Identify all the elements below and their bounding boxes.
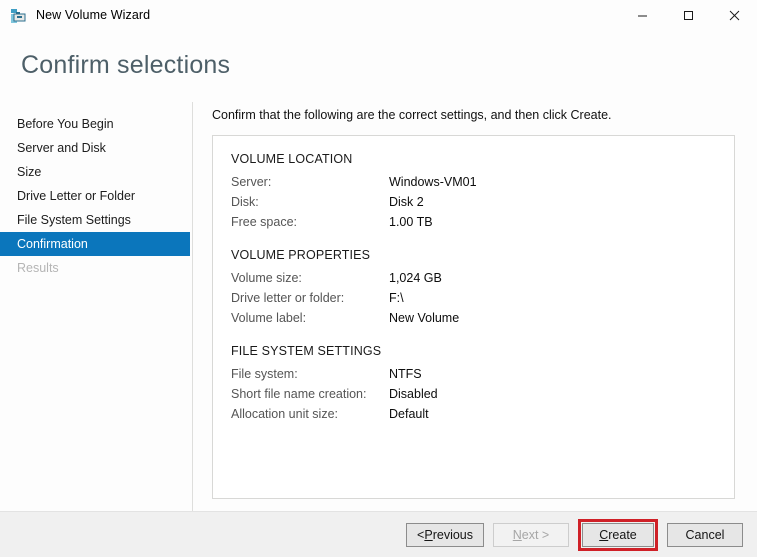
summary-panel: VOLUME LOCATION Server: Windows-VM01 Disk: D… [212, 134, 735, 499]
summary-row-label: Volume size: [231, 270, 302, 285]
summary-row: Volume size: 1,024 GB [231, 268, 716, 288]
summary-row-label: Volume label: [231, 310, 307, 325]
sidebar-item-label: Drive Letter or Folder [17, 188, 136, 203]
summary-row-value: 1.00 TB [389, 214, 433, 229]
sidebar-item-file-system-settings[interactable]: File System Settings [0, 208, 190, 232]
summary-row: Server: Windows-VM01 [231, 172, 716, 192]
summary-section: FILE SYSTEM SETTINGS File system: NTFS Shor… [231, 344, 716, 424]
summary-row: Free space: 1.00 TB [231, 212, 716, 232]
summary-row: File system: NTFS [231, 364, 716, 384]
summary-row-label: Disk: [231, 194, 259, 209]
summary-row: Drive letter or folder: F:\ [231, 288, 716, 308]
section-title: VOLUME LOCATION [231, 151, 353, 166]
section-title: VOLUME PROPERTIES [231, 247, 371, 262]
sidebar-item-results: Results [0, 256, 190, 280]
instruction-text: Confirm that the following are the corre… [212, 107, 612, 122]
sidebar-item-drive-letter-or-folder[interactable]: Drive Letter or Folder [0, 184, 190, 208]
next-button: Next > [493, 522, 569, 547]
summary-row-label: Drive letter or folder: [231, 290, 345, 305]
summary-row-value: Disk 2 [389, 194, 424, 209]
page-title: Confirm selections [21, 51, 231, 79]
sidebar-item-label: Server and Disk [17, 140, 106, 155]
sidebar-item-label: Results [17, 260, 59, 275]
summary-row-label: Server: [231, 174, 272, 189]
summary-row: Disk: Disk 2 [231, 192, 716, 212]
create-button-highlight-annotation: Create [578, 518, 658, 551]
sidebar-item-label: Confirmation [17, 236, 88, 251]
summary-row: Short file name creation: Disabled [231, 384, 716, 404]
sidebar-item-label: Size [17, 164, 42, 179]
wizard-content: Confirm that the following are the corre… [193, 102, 757, 512]
previous-button[interactable]: < Previous [406, 522, 484, 547]
summary-section: VOLUME LOCATION Server: Windows-VM01 Disk: D… [231, 152, 716, 232]
summary-row-value: 1,024 GB [389, 270, 442, 285]
sidebar-item-server-and-disk[interactable]: Server and Disk [0, 136, 190, 160]
cancel-button[interactable]: Cancel [667, 522, 743, 547]
volume-wizard-icon [11, 8, 27, 24]
title-bar: New Volume Wizard [0, 0, 757, 31]
summary-row-value: Windows-VM01 [389, 174, 477, 189]
summary-row-label: File system: [231, 366, 298, 381]
sidebar-item-confirmation[interactable]: Confirmation [0, 231, 190, 256]
summary-row-label: Short file name creation: [231, 386, 367, 401]
close-icon[interactable] [711, 0, 757, 31]
summary-row-label: Free space: [231, 214, 298, 229]
window-controls [619, 0, 757, 31]
sidebar-item-before-you-begin[interactable]: Before You Begin [0, 112, 190, 136]
summary-row-value: Default [389, 406, 429, 421]
create-button[interactable]: Create [582, 522, 654, 547]
maximize-icon[interactable] [665, 0, 711, 31]
summary-row-value: F:\ [389, 290, 404, 305]
section-title: FILE SYSTEM SETTINGS [231, 343, 382, 358]
wizard-footer: < Previous Next > Create Cancel [0, 511, 757, 557]
window-title: New Volume Wizard [36, 8, 151, 23]
summary-row: Volume label: New Volume [231, 308, 716, 328]
new-volume-wizard-window: New Volume Wizard Confirm selections Bef… [0, 0, 757, 557]
summary-row-value: NTFS [389, 366, 422, 381]
summary-row-label: Allocation unit size: [231, 406, 339, 421]
summary-row: Allocation unit size: Default [231, 404, 716, 424]
summary-row-value: New Volume [389, 310, 460, 325]
sidebar-item-size[interactable]: Size [0, 160, 190, 184]
wizard-body: Before You Begin Server and Disk Size Drive… [0, 101, 757, 512]
minimize-icon[interactable] [619, 0, 665, 31]
summary-section: VOLUME PROPERTIES Volume size: 1,024 GB Dri… [231, 248, 716, 328]
sidebar-item-label: File System Settings [17, 212, 131, 227]
sidebar-item-label: Before You Begin [17, 116, 114, 131]
summary-row-value: Disabled [389, 386, 438, 401]
wizard-step-nav: Before You Begin Server and Disk Size Drive… [0, 101, 193, 511]
